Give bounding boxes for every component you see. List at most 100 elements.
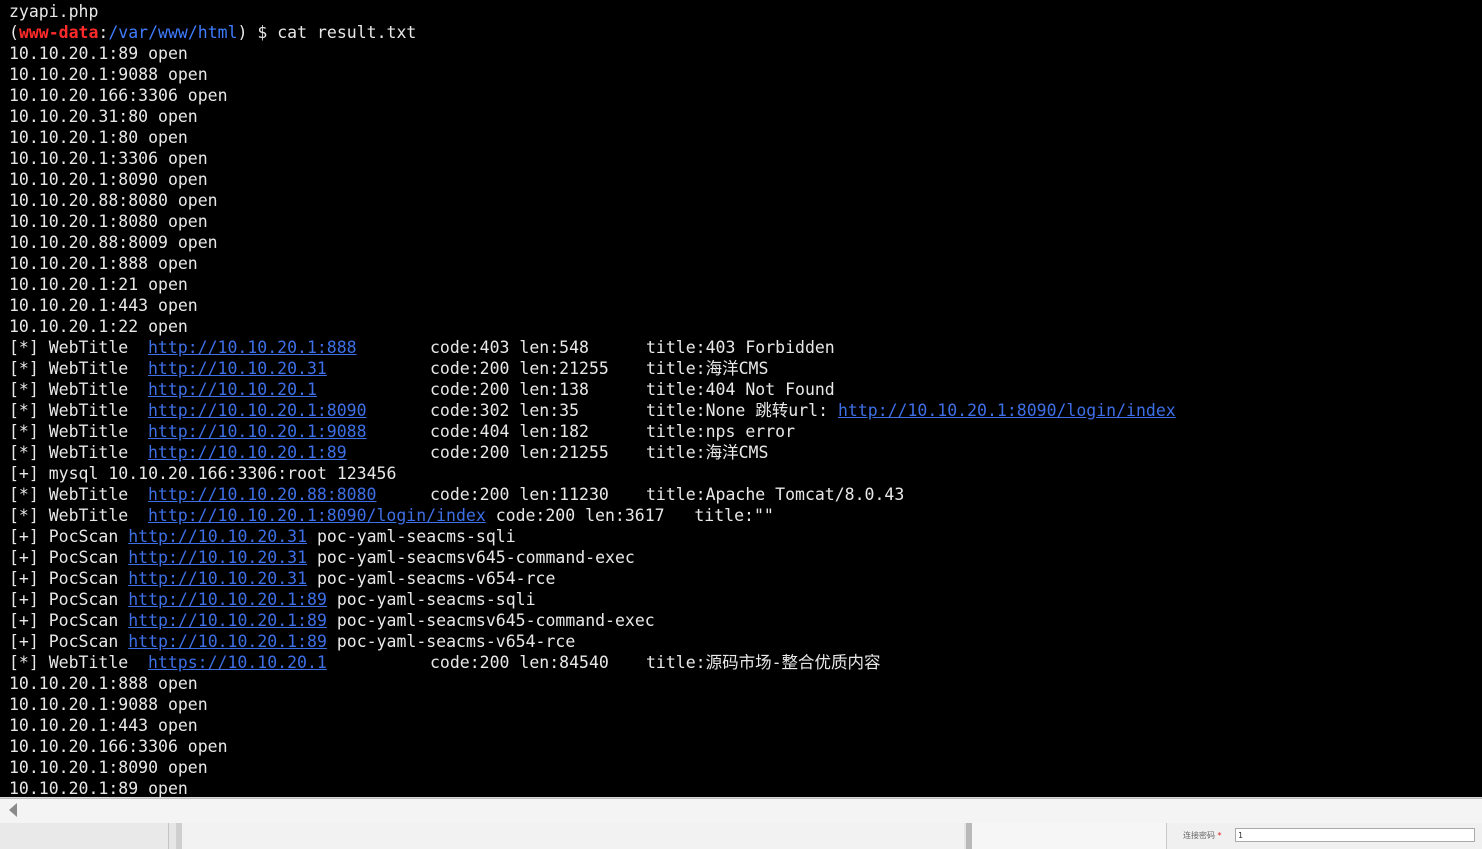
response-info: code:200 len:84540: [430, 653, 609, 672]
scan-tag: [+] PocScan: [9, 611, 129, 630]
url-link[interactable]: http://10.10.20.1: [148, 380, 317, 399]
port-result-line: 10.10.20.1:443 open: [9, 715, 1176, 736]
port-result: 10.10.20.1:888 open: [9, 254, 198, 273]
poc-name: poc-yaml-seacms-v654-rce: [336, 632, 576, 651]
prompt-colon: :: [98, 23, 109, 42]
scan-tag: [*] WebTitle: [9, 422, 139, 441]
url-link[interactable]: http://10.10.20.1:89: [148, 443, 347, 462]
port-result: 10.10.20.1:3306 open: [9, 149, 208, 168]
port-result: 10.10.20.166:3306 open: [9, 86, 228, 105]
bottom-panel-segment: [0, 823, 169, 849]
scan-tag: [*] WebTitle: [9, 338, 139, 357]
webtitle-line: [*] WebTitle http://10.10.20.1 code:200 l…: [9, 379, 1176, 400]
connection-password-label: 连接密码 *: [1183, 830, 1222, 841]
poc-name: poc-yaml-seacms-v654-rce: [316, 569, 556, 588]
port-result-line: 10.10.20.1:8080 open: [9, 211, 1176, 232]
port-result: 10.10.20.1:8080 open: [9, 212, 208, 231]
port-result-line: 10.10.20.1:22 open: [9, 316, 1176, 337]
poc-name: poc-yaml-seacmsv645-command-exec: [316, 548, 635, 567]
prompt-paren: (: [9, 23, 19, 42]
port-result-line: 10.10.20.88:8009 open: [9, 232, 1176, 253]
horizontal-scrollbar[interactable]: [0, 798, 1482, 824]
port-result: 10.10.20.1:22 open: [9, 317, 188, 336]
response-info: code:200 len:3617 title:"": [485, 506, 774, 525]
webtitle-line: [*] WebTitle http://10.10.20.1:9088 code:…: [9, 421, 1176, 442]
webtitle-line: [*] WebTitle http://10.10.20.1:8090 code:…: [9, 400, 1176, 421]
mysql-result: [+] mysql 10.10.20.166:3306:root 123456: [9, 464, 397, 483]
port-result: 10.10.20.1:8090 open: [9, 170, 208, 189]
port-result-line: 10.10.20.166:3306 open: [9, 736, 1176, 757]
url-link[interactable]: http://10.10.20.1:8090/login/index: [148, 506, 486, 525]
port-result-line: 10.10.20.1:8090 open: [9, 169, 1176, 190]
prompt-path: /var/www/html: [108, 23, 238, 42]
port-result: 10.10.20.1:443 open: [9, 296, 198, 315]
pocscan-line: [+] PocScan http://10.10.20.1:89 poc-yam…: [9, 631, 1176, 652]
shell-prompt-line: (www-data:/var/www/html) $ cat result.tx…: [9, 22, 1176, 43]
url-link[interactable]: http://10.10.20.31: [148, 359, 327, 378]
url-link[interactable]: http://10.10.20.31: [128, 569, 307, 588]
url-link[interactable]: http://10.10.20.1:9088: [148, 422, 367, 441]
pocscan-line: [+] PocScan http://10.10.20.1:89 poc-yam…: [9, 589, 1176, 610]
pocscan-line: [+] PocScan http://10.10.20.1:89 poc-yam…: [9, 610, 1176, 631]
response-info: code:200 len:21255: [430, 443, 609, 462]
webtitle-line: [*] WebTitle https://10.10.20.1 code:200 …: [9, 652, 1176, 673]
port-result-line: 10.10.20.1:8090 open: [9, 757, 1176, 778]
scan-tag: [*] WebTitle: [9, 359, 139, 378]
port-result: 10.10.20.1:443 open: [9, 716, 198, 735]
url-link[interactable]: http://10.10.20.1:888: [148, 338, 357, 357]
port-result-line: 10.10.20.31:80 open: [9, 106, 1176, 127]
webtitle-line: [*] WebTitle http://10.10.20.1:8090/logi…: [9, 505, 1176, 526]
terminal-window[interactable]: zyapi.php (www-data:/var/www/html) $ cat…: [0, 0, 1482, 797]
response-info: code:403 len:548: [430, 338, 589, 357]
url-link[interactable]: http://10.10.20.1:89: [128, 590, 327, 609]
pocscan-line: [+] PocScan http://10.10.20.31 poc-yaml-…: [9, 547, 1176, 568]
scan-tag: [+] PocScan: [9, 569, 129, 588]
port-result: 10.10.20.88:8009 open: [9, 233, 218, 252]
port-result: 10.10.20.166:3306 open: [9, 737, 228, 756]
url-link[interactable]: http://10.10.20.1:89: [128, 632, 327, 651]
poc-name: poc-yaml-seacms-sqli: [336, 590, 536, 609]
prompt-paren: ): [237, 23, 248, 42]
page-title-text: title:nps error: [646, 422, 796, 441]
scan-tag: [*] WebTitle: [9, 401, 139, 420]
output-text: zyapi.php: [9, 2, 99, 21]
prompt-dollar: $: [247, 23, 278, 42]
port-result: 10.10.20.1:89 open: [9, 44, 188, 63]
page-title-text: title:None 跳转url:: [646, 401, 838, 420]
port-result: 10.10.20.1:21 open: [9, 275, 188, 294]
port-result: 10.10.20.1:8090 open: [9, 758, 208, 777]
url-link[interactable]: http://10.10.20.31: [128, 527, 307, 546]
url-link[interactable]: http://10.10.20.1:8090: [148, 401, 367, 420]
bottom-panel-segment: [176, 823, 964, 849]
shell-command: cat result.txt: [277, 23, 417, 42]
page-title-text: title:海洋CMS: [646, 443, 769, 462]
webtitle-line: [*] WebTitle http://10.10.20.88:8080 code…: [9, 484, 1176, 505]
connection-password-input[interactable]: 1: [1235, 828, 1475, 842]
response-info: code:200 len:11230: [430, 485, 609, 504]
url-link[interactable]: https://10.10.20.1: [148, 653, 327, 672]
terminal-output: zyapi.php (www-data:/var/www/html) $ cat…: [9, 1, 1176, 797]
port-result: 10.10.20.31:80 open: [9, 107, 198, 126]
webtitle-line: [*] WebTitle http://10.10.20.1:888 code:4…: [9, 337, 1176, 358]
page-title-text: title:海洋CMS: [646, 359, 769, 378]
scan-tag: [+] PocScan: [9, 548, 129, 567]
url-link[interactable]: http://10.10.20.1:89: [128, 611, 327, 630]
scan-tag: [+] PocScan: [9, 527, 129, 546]
webtitle-line: [*] WebTitle http://10.10.20.1:89 code:20…: [9, 442, 1176, 463]
url-link[interactable]: http://10.10.20.88:8080: [148, 485, 376, 504]
port-result: 10.10.20.1:80 open: [9, 128, 188, 147]
page-title-text: title:源码市场-整合优质内容: [646, 653, 881, 672]
port-result: 10.10.20.88:8080 open: [9, 191, 218, 210]
prompt-user: www-data: [18, 23, 99, 42]
page-title-text: title:404 Not Found: [646, 380, 835, 399]
port-result: 10.10.20.1:9088 open: [9, 695, 208, 714]
scroll-left-arrow-icon[interactable]: [9, 803, 17, 817]
mysql-result-line: [+] mysql 10.10.20.166:3306:root 123456: [9, 463, 1176, 484]
url-link[interactable]: http://10.10.20.31: [128, 548, 307, 567]
page-title-text: title:Apache Tomcat/8.0.43: [646, 485, 905, 504]
port-result-line: 10.10.20.1:89 open: [9, 43, 1176, 64]
bottom-panel-segment: [966, 823, 1172, 849]
scan-tag: [+] PocScan: [9, 590, 129, 609]
redirect-url-link[interactable]: http://10.10.20.1:8090/login/index: [838, 401, 1176, 420]
pocscan-line: [+] PocScan http://10.10.20.31 poc-yaml-…: [9, 568, 1176, 589]
